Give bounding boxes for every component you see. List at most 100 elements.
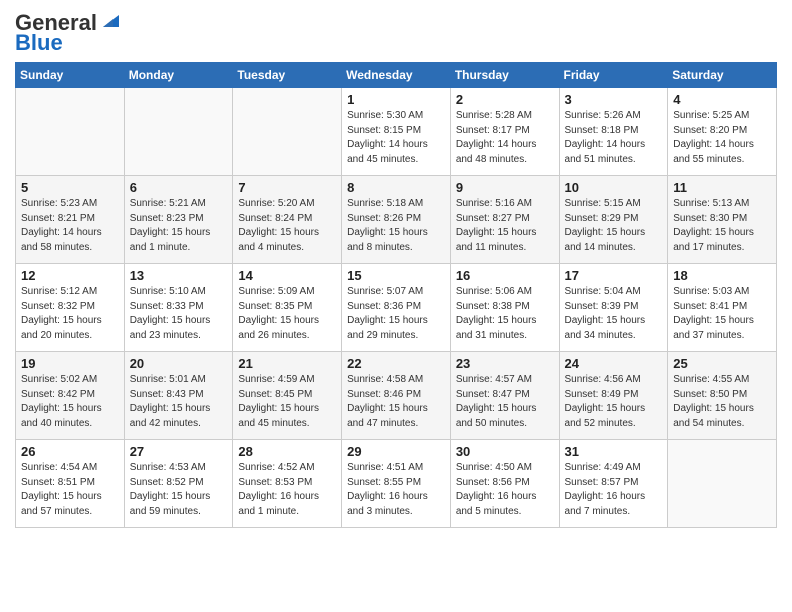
calendar-cell: 30 Sunrise: 4:50 AMSunset: 8:56 PMDayligh… — [450, 440, 559, 528]
calendar-week-row: 1 Sunrise: 5:30 AMSunset: 8:15 PMDaylight… — [16, 88, 777, 176]
day-number: 10 — [565, 180, 663, 195]
calendar-cell: 31 Sunrise: 4:49 AMSunset: 8:57 PMDayligh… — [559, 440, 668, 528]
day-number: 26 — [21, 444, 119, 459]
day-number: 2 — [456, 92, 554, 107]
calendar-cell: 18Sunrise: 5:03 AMSunset: 8:41 PMDayligh… — [668, 264, 777, 352]
column-header-thursday: Thursday — [450, 63, 559, 88]
calendar-cell: 25 Sunrise: 4:55 AMSunset: 8:50 PMDayligh… — [668, 352, 777, 440]
calendar-cell: 19 Sunrise: 5:02 AMSunset: 8:42 PMDayligh… — [16, 352, 125, 440]
calendar-table: SundayMondayTuesdayWednesdayThursdayFrid… — [15, 62, 777, 528]
day-info: Sunrise: 4:50 AMSunset: 8:56 PMDaylight:… — [456, 461, 554, 519]
day-info: Sunrise: 5:10 AMSunset: 8:33 PMDaylight:… — [130, 285, 228, 343]
calendar-cell: 6 Sunrise: 5:21 AMSunset: 8:23 PMDaylight… — [124, 176, 233, 264]
calendar-cell: 27 Sunrise: 4:53 AMSunset: 8:52 PMDayligh… — [124, 440, 233, 528]
calendar-cell — [233, 88, 342, 176]
calendar-cell — [668, 440, 777, 528]
day-info: Sunrise: 4:59 AMSunset: 8:45 PMDaylight:… — [238, 373, 336, 431]
calendar-cell: 28 Sunrise: 4:52 AMSunset: 8:53 PMDayligh… — [233, 440, 342, 528]
day-info: Sunrise: 4:56 AMSunset: 8:49 PMDaylight:… — [565, 373, 663, 431]
day-info: Sunrise: 4:51 AMSunset: 8:55 PMDaylight:… — [347, 461, 445, 519]
calendar-cell: 3 Sunrise: 5:26 AMSunset: 8:18 PMDaylight… — [559, 88, 668, 176]
day-info: Sunrise: 5:20 AMSunset: 8:24 PMDaylight:… — [238, 197, 336, 255]
day-number: 11 — [673, 180, 771, 195]
day-info: Sunrise: 5:06 AMSunset: 8:38 PMDaylight:… — [456, 285, 554, 343]
day-info: Sunrise: 5:16 AMSunset: 8:27 PMDaylight:… — [456, 197, 554, 255]
calendar-cell: 1 Sunrise: 5:30 AMSunset: 8:15 PMDaylight… — [342, 88, 451, 176]
column-header-sunday: Sunday — [16, 63, 125, 88]
calendar-cell: 5Sunrise: 5:23 AMSunset: 8:21 PMDaylight… — [16, 176, 125, 264]
calendar-cell: 16 Sunrise: 5:06 AMSunset: 8:38 PMDayligh… — [450, 264, 559, 352]
calendar-cell: 15 Sunrise: 5:07 AMSunset: 8:36 PMDayligh… — [342, 264, 451, 352]
day-number: 6 — [130, 180, 228, 195]
day-number: 3 — [565, 92, 663, 107]
day-info: Sunrise: 4:55 AMSunset: 8:50 PMDaylight:… — [673, 373, 771, 431]
calendar-cell: 26Sunrise: 4:54 AMSunset: 8:51 PMDayligh… — [16, 440, 125, 528]
day-info: Sunrise: 4:49 AMSunset: 8:57 PMDaylight:… — [565, 461, 663, 519]
day-info: Sunrise: 5:12 AMSunset: 8:32 PMDaylight:… — [21, 285, 119, 343]
header: General Blue — [15, 10, 777, 56]
calendar-week-row: 12 Sunrise: 5:12 AMSunset: 8:32 PMDayligh… — [16, 264, 777, 352]
calendar-cell: 4 Sunrise: 5:25 AMSunset: 8:20 PMDaylight… — [668, 88, 777, 176]
day-number: 29 — [347, 444, 445, 459]
day-number: 20 — [130, 356, 228, 371]
calendar-week-row: 19 Sunrise: 5:02 AMSunset: 8:42 PMDayligh… — [16, 352, 777, 440]
day-number: 24 — [565, 356, 663, 371]
day-number: 17 — [565, 268, 663, 283]
day-number: 16 — [456, 268, 554, 283]
calendar-cell: 23 Sunrise: 4:57 AMSunset: 8:47 PMDayligh… — [450, 352, 559, 440]
day-number: 23 — [456, 356, 554, 371]
day-info: Sunrise: 5:23 AMSunset: 8:21 PMDaylight:… — [21, 197, 119, 255]
calendar-cell: 22 Sunrise: 4:58 AMSunset: 8:46 PMDayligh… — [342, 352, 451, 440]
day-number: 14 — [238, 268, 336, 283]
calendar-cell — [16, 88, 125, 176]
calendar-week-row: 5Sunrise: 5:23 AMSunset: 8:21 PMDaylight… — [16, 176, 777, 264]
calendar-cell: 2Sunrise: 5:28 AMSunset: 8:17 PMDaylight… — [450, 88, 559, 176]
day-number: 8 — [347, 180, 445, 195]
day-number: 22 — [347, 356, 445, 371]
calendar-cell: 29 Sunrise: 4:51 AMSunset: 8:55 PMDayligh… — [342, 440, 451, 528]
calendar-cell: 11Sunrise: 5:13 AMSunset: 8:30 PMDayligh… — [668, 176, 777, 264]
day-number: 25 — [673, 356, 771, 371]
day-info: Sunrise: 4:57 AMSunset: 8:47 PMDaylight:… — [456, 373, 554, 431]
day-number: 31 — [565, 444, 663, 459]
calendar-header-row: SundayMondayTuesdayWednesdayThursdayFrid… — [16, 63, 777, 88]
day-info: Sunrise: 5:21 AMSunset: 8:23 PMDaylight:… — [130, 197, 228, 255]
calendar-cell: 10Sunrise: 5:15 AMSunset: 8:29 PMDayligh… — [559, 176, 668, 264]
day-info: Sunrise: 5:07 AMSunset: 8:36 PMDaylight:… — [347, 285, 445, 343]
day-number: 30 — [456, 444, 554, 459]
logo-blue: Blue — [15, 30, 63, 56]
day-number: 15 — [347, 268, 445, 283]
column-header-monday: Monday — [124, 63, 233, 88]
day-number: 4 — [673, 92, 771, 107]
logo-bird-icon — [99, 11, 119, 31]
day-number: 12 — [21, 268, 119, 283]
day-number: 18 — [673, 268, 771, 283]
day-number: 1 — [347, 92, 445, 107]
column-header-friday: Friday — [559, 63, 668, 88]
day-info: Sunrise: 5:01 AMSunset: 8:43 PMDaylight:… — [130, 373, 228, 431]
calendar-week-row: 26Sunrise: 4:54 AMSunset: 8:51 PMDayligh… — [16, 440, 777, 528]
calendar-cell: 8Sunrise: 5:18 AMSunset: 8:26 PMDaylight… — [342, 176, 451, 264]
day-info: Sunrise: 5:30 AMSunset: 8:15 PMDaylight:… — [347, 109, 445, 167]
day-info: Sunrise: 5:02 AMSunset: 8:42 PMDaylight:… — [21, 373, 119, 431]
logo: General Blue — [15, 10, 119, 56]
day-info: Sunrise: 4:52 AMSunset: 8:53 PMDaylight:… — [238, 461, 336, 519]
day-number: 13 — [130, 268, 228, 283]
calendar-cell: 20 Sunrise: 5:01 AMSunset: 8:43 PMDayligh… — [124, 352, 233, 440]
day-number: 7 — [238, 180, 336, 195]
column-header-tuesday: Tuesday — [233, 63, 342, 88]
day-number: 28 — [238, 444, 336, 459]
calendar-cell: 12 Sunrise: 5:12 AMSunset: 8:32 PMDayligh… — [16, 264, 125, 352]
day-info: Sunrise: 4:58 AMSunset: 8:46 PMDaylight:… — [347, 373, 445, 431]
day-number: 9 — [456, 180, 554, 195]
day-info: Sunrise: 5:25 AMSunset: 8:20 PMDaylight:… — [673, 109, 771, 167]
day-number: 27 — [130, 444, 228, 459]
day-info: Sunrise: 5:26 AMSunset: 8:18 PMDaylight:… — [565, 109, 663, 167]
calendar-cell: 21Sunrise: 4:59 AMSunset: 8:45 PMDayligh… — [233, 352, 342, 440]
day-info: Sunrise: 5:09 AMSunset: 8:35 PMDaylight:… — [238, 285, 336, 343]
calendar-cell: 17Sunrise: 5:04 AMSunset: 8:39 PMDayligh… — [559, 264, 668, 352]
day-info: Sunrise: 4:53 AMSunset: 8:52 PMDaylight:… — [130, 461, 228, 519]
calendar-cell: 7 Sunrise: 5:20 AMSunset: 8:24 PMDaylight… — [233, 176, 342, 264]
calendar-cell: 14 Sunrise: 5:09 AMSunset: 8:35 PMDayligh… — [233, 264, 342, 352]
day-number: 19 — [21, 356, 119, 371]
